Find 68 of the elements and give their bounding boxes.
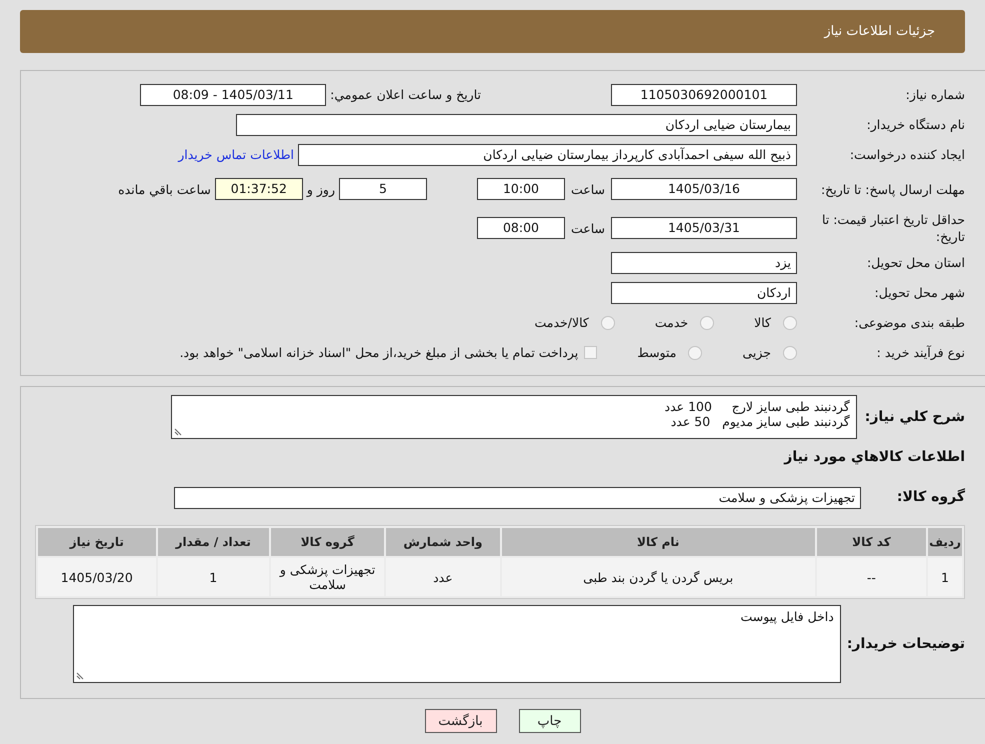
text-field[interactable]: اردکان [611, 282, 797, 304]
field-label: طبقه بندی موضوعی: [853, 314, 965, 331]
radio-label: متوسط [637, 345, 676, 360]
field-label: توضیحات خریدار: [846, 636, 965, 652]
field-label: گروه کالا: [896, 489, 965, 506]
field-label: شماره نیاز: [904, 86, 965, 103]
table-cell: تجهیزات پزشکی و سلامت [270, 558, 384, 596]
description-box[interactable]: گردنبند طبی سایز لارج 100 عدد گردنبند طبی سایز مدیوم 50 عدد [170, 395, 857, 439]
section-heading: اطلاعات کالاهاي مورد نياز [784, 448, 965, 464]
text-field[interactable]: 5 [338, 178, 427, 200]
column-header: ردیف [928, 528, 962, 556]
field-label: ساعت باقي مانده [118, 182, 211, 196]
text-field[interactable]: یزد [611, 252, 797, 274]
table-cell: 1 [928, 558, 962, 596]
text-field[interactable]: ذبیح الله سیفی احمدآبادی کارپرداز بیمارستان ضیایی اردکان [298, 144, 797, 166]
contact-link[interactable]: اطلاعات تماس خریدار [178, 147, 294, 162]
description-line: گردنبند طبی سایز مدیوم 50 عدد [670, 414, 850, 429]
text-field[interactable]: 1405/03/16 [611, 178, 797, 200]
text-field[interactable]: 1405/03/31 [611, 217, 797, 239]
field-label: شهر محل تحویل: [874, 284, 965, 301]
column-header: گروه کالا [270, 528, 384, 556]
field-label: روز و [306, 182, 335, 196]
table-cell: عدد [386, 558, 500, 596]
text-field[interactable]: 1405/03/11 - 08:09 [140, 84, 326, 106]
checkbox-label: پرداخت تمام یا بخشی از مبلغ خرید،از محل "اسناد خزانه اسلامی" خواهد بود. [180, 345, 578, 360]
resize-grip-icon[interactable] [76, 672, 84, 680]
column-header: نام کالا [502, 528, 815, 556]
page-title: جزئیات اطلاعات نیاز [824, 24, 936, 39]
table-cell: 1405/03/20 [38, 558, 156, 596]
field-label: ساعت [570, 182, 605, 196]
text-field[interactable]: بیمارستان ضیایی اردکان [236, 114, 797, 136]
radio-button[interactable] [783, 316, 797, 330]
notes-box[interactable]: داخل فایل پیوست [72, 605, 841, 683]
notes-text: داخل فایل پیوست [739, 609, 834, 624]
table-cell: -- [816, 558, 926, 596]
field-label: ایجاد کننده درخواست: [848, 146, 965, 163]
table-cell: 1 [158, 558, 269, 596]
field-label: نام دستگاه خریدار: [866, 116, 965, 133]
text-field[interactable]: 08:00 [476, 217, 565, 239]
field-label: ساعت [570, 220, 605, 236]
field-label: شرح کلي نياز: [864, 408, 965, 426]
field-label: استان محل تحویل: [866, 254, 965, 271]
text-field[interactable]: تجهیزات پزشکی و سلامت [174, 486, 861, 508]
text-field[interactable]: 10:00 [476, 178, 565, 200]
column-header: کد کالا [816, 528, 926, 556]
description-line: گردنبند طبی سایز لارج 100 عدد [664, 399, 850, 414]
radio-label: کالا [754, 315, 771, 330]
field-label: نوع فرآیند خرید : [876, 344, 965, 361]
radio-button[interactable] [700, 316, 714, 330]
field-label: تاریخ و ساعت اعلان عمومي: [330, 87, 481, 102]
radio-button[interactable] [783, 346, 797, 360]
column-header: تعداد / مقدار [158, 528, 269, 556]
resize-grip-icon[interactable] [174, 428, 182, 436]
field-label: مهلت ارسال پاسخ: تا تاریخ: [820, 180, 965, 198]
column-header: تاریخ نیاز [38, 528, 156, 556]
column-header: واحد شمارش [386, 528, 500, 556]
radio-button[interactable] [688, 346, 702, 360]
radio-button[interactable] [600, 316, 615, 330]
print-button[interactable]: چاپ [518, 709, 580, 733]
radio-label: جزیی [742, 345, 771, 360]
countdown-field[interactable]: 01:37:52 [214, 178, 303, 200]
radio-label: خدمت [654, 315, 688, 330]
checkbox[interactable] [584, 346, 598, 359]
back-button[interactable]: بازگشت [424, 709, 496, 733]
radio-label: کالا/خدمت [534, 315, 589, 330]
table-cell: بریس گردن یا گردن بند طبی [502, 558, 815, 596]
field-label: حداقل تاریخ اعتبار قیمت: تا تاریخ: [820, 211, 965, 245]
text-field[interactable]: 1105030692000101 [611, 84, 797, 106]
